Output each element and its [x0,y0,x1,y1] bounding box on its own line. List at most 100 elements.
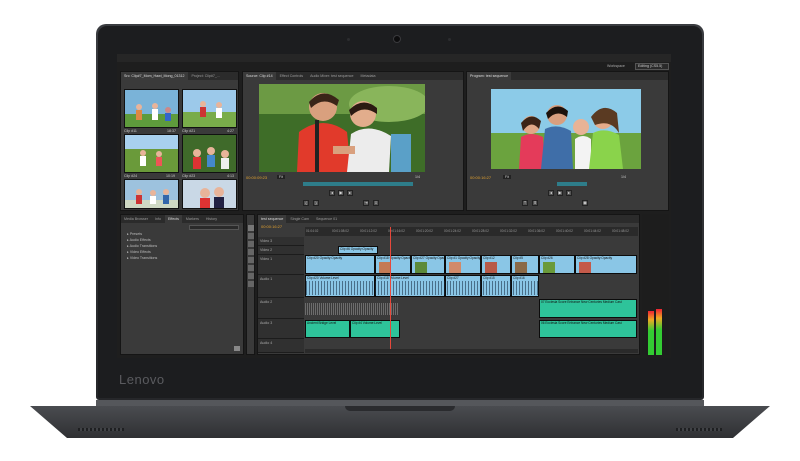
track-header-video-2[interactable]: Video 2 [258,246,304,255]
play-icon[interactable]: ▶ [557,190,563,196]
source-zoom[interactable]: 1/4 [415,175,420,179]
new-bin-icon[interactable] [234,346,240,351]
step-back-icon[interactable]: ◂ [548,190,554,196]
effects-folder-audio-effects[interactable]: ▸ Audio Effects [127,238,151,242]
tab-metadata[interactable]: Metadata [357,72,378,80]
step-back-icon[interactable]: ◂ [329,190,335,196]
insert-icon[interactable]: ⇥ [363,200,369,206]
speaker-grille-left [78,428,124,431]
tab-effects[interactable]: Effects [164,215,182,223]
extract-icon[interactable]: ⇞ [532,200,538,206]
laptop-photo: Lenovo Workspace Editing (CS5.5) Src: Cl… [0,0,800,461]
timeline-clip[interactable]: Clip #6 Opacity:Opacity [338,246,378,254]
effects-folder-video-transitions[interactable]: ▸ Video Transitions [127,256,157,260]
step-forward-icon[interactable]: ▸ [566,190,572,196]
tab-effect-controls[interactable]: Effect Controls [277,72,307,80]
program-scrubber[interactable] [557,182,587,186]
clip-thumbnail [543,262,555,273]
tab-source[interactable]: Source: Clip #14 [243,72,276,80]
tab-audio-mixer[interactable]: Audio Mixer: test sequence [307,72,356,80]
tab-source-clip[interactable]: Src: Clip#7_Mom_Hawi_Mong_01312 [121,72,188,80]
effects-folder-video-effects[interactable]: ▸ Video Effects [127,250,151,254]
folder-label: Video Transitions [129,256,158,260]
workspace-label: Workspace [607,64,625,68]
tab-project[interactable]: Project: Clip#7_... [189,72,223,80]
tab-sequence-01[interactable]: Sequence 01 [313,215,340,223]
tab-single-cam[interactable]: Single Cam [287,215,312,223]
source-fit-select[interactable]: Fit [277,175,285,179]
clip-thumbnail [415,262,427,273]
lift-icon[interactable]: ⇡ [522,200,528,206]
timeline-playhead[interactable] [390,227,391,353]
mark-out-icon[interactable]: } [313,200,319,206]
overwrite-icon[interactable]: ⇩ [373,200,379,206]
clip-thumbnail[interactable] [124,89,179,128]
ruler-tick: 00:01:44:02 [584,229,601,233]
meter-bar-right [656,309,662,355]
ruler-tick: 00:01:40:02 [556,229,573,233]
track-name: Video 1 [260,257,273,261]
ruler-tick: 00:01:28:02 [472,229,489,233]
timeline-tabs: test sequence Single Cam Sequence 01 [258,215,639,223]
slip-tool-icon[interactable] [248,257,254,263]
timeline-clip[interactable]: 06 Ecclesia Score Entrance New Centuries… [539,320,637,338]
track-header-audio-2[interactable]: Audio 2 [258,298,304,319]
source-video-frame [259,84,425,172]
clip-name: Clip #21 [182,129,196,133]
razor-tool-icon[interactable] [248,249,254,255]
step-forward-icon[interactable]: ▸ [347,190,353,196]
sensor-dot [347,38,350,41]
ripple-edit-tool-icon[interactable] [248,241,254,247]
webcam-icon [393,35,401,43]
effects-folder-audio-transitions[interactable]: ▸ Audio Transitions [127,244,157,248]
clip-name: Clip #24 [124,174,138,178]
timeline-scrollbar[interactable] [305,349,638,353]
timeline-clip[interactable]: 07 Ecclesia Score Entrance New Centuries… [539,299,637,318]
track-header-audio-1[interactable]: Audio 1 [258,275,304,298]
clip-thumbnail [515,262,527,273]
project-panel: Src: Clip#7_Mom_Hawi_Mong_01312 Project:… [120,71,239,211]
program-timecode: 00:00:16:27 [470,175,492,180]
clip-thumbnail[interactable] [124,134,179,173]
tab-media-browser[interactable]: Media Browser [121,215,151,223]
clip-thumbnail[interactable] [124,179,179,209]
export-frame-icon[interactable]: ◉ [582,200,588,206]
selection-tool-icon[interactable] [248,225,254,231]
tab-markers[interactable]: Markers [183,215,202,223]
timeline-clip[interactable]: Clip #20 Opacity:Opacity [305,255,375,274]
effects-folder-presets[interactable]: ▸ Presets [127,232,142,236]
track-header-audio-4[interactable]: Audio 4 [258,339,304,353]
track-header-video-1[interactable]: Video 1 [258,255,304,275]
timeline-clip[interactable]: Ancient Bridge Level [305,320,350,338]
program-zoom[interactable]: 1/4 [621,175,626,179]
tab-test-sequence[interactable]: test sequence [258,215,287,223]
pen-tool-icon[interactable] [248,265,254,271]
mark-in-icon[interactable]: { [303,200,309,206]
effects-search-input[interactable] [189,225,239,230]
source-scrubber[interactable] [303,182,413,186]
ruler-tick: 00:01:24:02 [444,229,461,233]
track-name: Video 3 [260,239,273,243]
clip-thumbnail[interactable] [182,134,237,173]
audio-waveform [305,303,399,315]
hand-tool-icon[interactable] [248,273,254,279]
brand-logo: Lenovo [119,372,165,387]
clip-thumbnail[interactable] [182,179,237,209]
tab-history[interactable]: History [203,215,220,223]
track-header-video-3[interactable]: Video 3 [258,237,304,246]
tab-info[interactable]: Info [152,215,164,223]
program-fit-select[interactable]: Fit [503,175,511,179]
ruler-tick: 00:01:32:02 [500,229,517,233]
clip-thumbnail [579,262,591,273]
play-icon[interactable]: ▶ [338,190,344,196]
source-tabs: Source: Clip #14 Effect Controls Audio M… [243,72,463,80]
track-header-audio-3[interactable]: Audio 3 [258,319,304,339]
clip-thumbnail[interactable] [182,89,237,128]
workspace-select[interactable]: Editing (CS5.5) [635,63,669,70]
ruler-tick: 01:04:02 [306,229,319,233]
timeline-clip[interactable]: Clip #4 Volume:Level [350,320,400,338]
track-select-tool-icon[interactable] [248,233,254,239]
folder-label: Audio Transitions [129,244,158,248]
zoom-tool-icon[interactable] [248,281,254,287]
tab-program[interactable]: Program: test sequence [467,72,512,80]
